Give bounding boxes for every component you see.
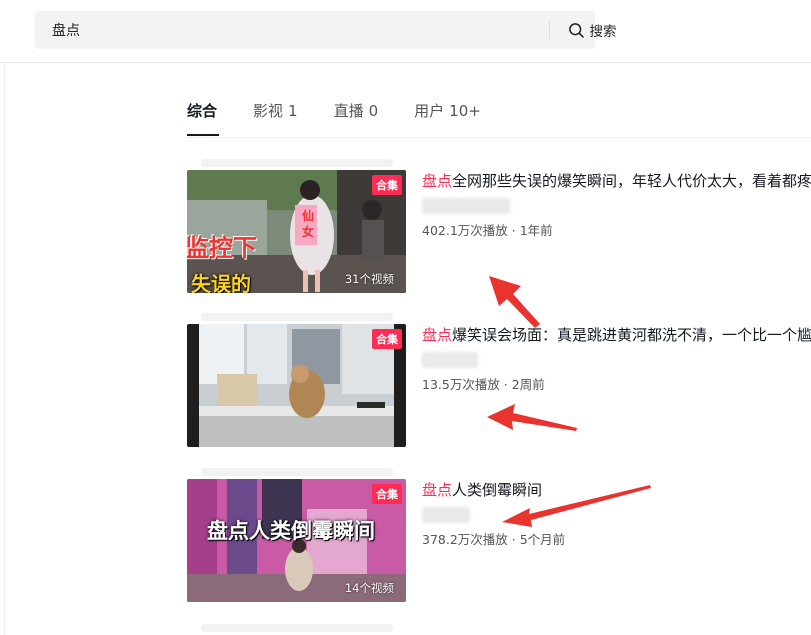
result-info: 盘点爆笑误会场面：真是跳进黄河都洗不清，一个比一个尴尬 13.5万次播放 · 2… — [422, 324, 811, 393]
title-highlight: 盘点 — [422, 172, 453, 190]
tab-users[interactable]: 用户 10+ — [414, 100, 481, 124]
author-name-blurred[interactable] — [422, 352, 478, 368]
result-tabs: 综合 影视 1 直播 0 用户 10+ — [187, 100, 517, 124]
collection-badge: 合集 — [372, 329, 402, 349]
search-button-label: 搜索 — [589, 24, 617, 40]
search-input[interactable] — [35, 11, 515, 49]
collection-badge: 合集 — [372, 484, 402, 504]
play-meta: 402.1万次播放 · 1年前 — [422, 223, 553, 238]
title-highlight: 盘点 — [422, 326, 453, 344]
author-name-blurred[interactable] — [422, 198, 510, 214]
video-count: 31个视频 — [344, 272, 394, 286]
thumbnail-caption: 仙女 — [302, 209, 315, 239]
result-item: 盘点人类倒霉瞬间 合集 14个视频 盘点人类倒霉瞬间 378.2万次播放 · 5… — [187, 468, 811, 603]
tab-all[interactable]: 综合 — [187, 100, 217, 124]
author-name-blurred[interactable] — [422, 507, 470, 523]
stack-shadow — [201, 159, 393, 167]
result-title[interactable]: 盘点爆笑误会场面：真是跳进黄河都洗不清，一个比一个尴尬 — [422, 324, 811, 346]
stack-shadow — [201, 624, 393, 632]
search-button[interactable]: 搜索 — [555, 11, 629, 49]
annotation-arrow — [502, 485, 651, 527]
thumbnail-caption: 监控下 — [187, 234, 257, 262]
result-info: 盘点全网那些失误的爆笑瞬间，年轻人代价太大，看着都疼 402.1万次播放 · 1… — [422, 170, 811, 239]
play-meta: 13.5万次播放 · 2周前 — [422, 377, 545, 392]
thumbnail-caption: 盘点人类倒霉瞬间 — [207, 519, 375, 543]
search-bar: 搜索 — [35, 11, 617, 49]
video-thumbnail[interactable]: 监控下 失误的 仙女 合集 31个视频 — [187, 170, 406, 293]
search-icon — [568, 22, 584, 38]
tab-film[interactable]: 影视 1 — [253, 100, 298, 124]
stack-shadow — [201, 313, 393, 321]
tab-live[interactable]: 直播 0 — [334, 100, 379, 124]
stack-shadow — [201, 468, 393, 476]
result-title[interactable]: 盘点全网那些失误的爆笑瞬间，年轻人代价太大，看着都疼 — [422, 170, 811, 192]
video-thumbnail[interactable]: 盘点人类倒霉瞬间 合集 14个视频 — [187, 479, 406, 602]
thumbnail-caption: 失误的 — [191, 272, 251, 293]
title-highlight: 盘点 — [422, 481, 453, 499]
video-count: 14个视频 — [344, 581, 394, 595]
collection-badge: 合集 — [372, 175, 402, 195]
annotation-arrow — [489, 276, 540, 328]
video-thumbnail[interactable]: 合集 — [187, 324, 406, 447]
active-tab-indicator — [187, 134, 219, 136]
annotation-arrow — [487, 404, 577, 431]
search-divider — [549, 21, 550, 39]
tabs-divider — [187, 137, 811, 138]
left-divider — [4, 62, 5, 635]
title-text: 全网那些失误的爆笑瞬间，年轻人代价太大，看着都疼 — [452, 172, 811, 190]
header-divider — [0, 62, 811, 63]
play-meta: 378.2万次播放 · 5个月前 — [422, 532, 566, 547]
